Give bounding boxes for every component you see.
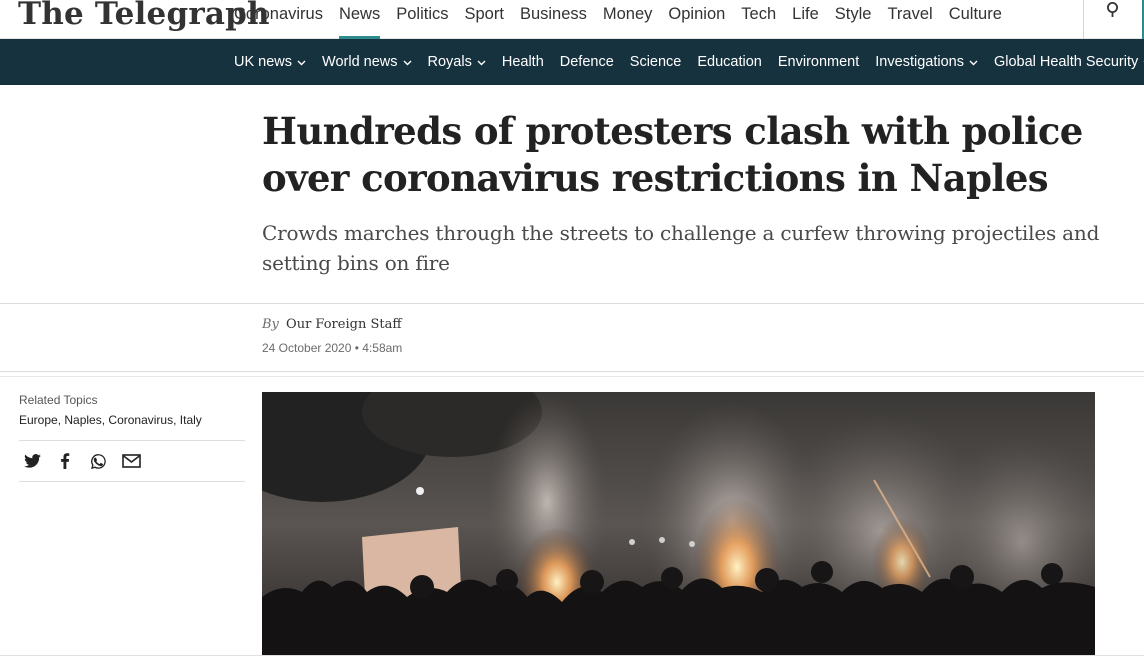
top-bar: The Telegraph Coronavirus News Politics Spo… xyxy=(0,0,1144,39)
twitter-icon[interactable] xyxy=(22,451,42,471)
subnav-item-label: UK news xyxy=(234,54,293,70)
topic-link-naples[interactable]: Naples xyxy=(64,413,101,427)
subnav-item-label: Defence xyxy=(559,54,614,70)
subnav-item-label: Global Health Security xyxy=(993,54,1139,70)
nav-item-culture[interactable]: Culture xyxy=(941,0,1010,39)
subnav-item-investigations[interactable]: Investigations xyxy=(867,54,986,70)
nav-item-business[interactable]: Business xyxy=(512,0,595,39)
subnav-item-global-health-security[interactable]: Global Health Security xyxy=(986,54,1144,70)
nav-item-politics[interactable]: Politics xyxy=(388,0,456,39)
subnav-item-defence[interactable]: Defence xyxy=(552,54,622,70)
secondary-nav: UK news World news Royals Health Defence Scie… xyxy=(0,39,1144,85)
hero-image-protest-naples xyxy=(262,392,1095,656)
subnav-item-royals[interactable]: Royals xyxy=(420,54,494,70)
related-topics-label: Related Topics xyxy=(19,393,98,407)
nav-item-style[interactable]: Style xyxy=(827,0,880,39)
divider xyxy=(0,303,1144,304)
divider xyxy=(0,371,1144,372)
topic-link-europe[interactable]: Europe xyxy=(19,413,58,427)
chevron-down-icon xyxy=(969,60,978,66)
article-standfirst: Crowds marches through the streets to ch… xyxy=(262,221,1100,275)
related-topics-list: Europe, Naples, Coronavirus, Italy xyxy=(19,413,202,427)
subnav-item-label: Health xyxy=(501,54,544,70)
nav-item-tech[interactable]: Tech xyxy=(733,0,784,39)
subnav-item-health[interactable]: Health xyxy=(494,54,552,70)
nav-item-coronavirus[interactable]: Coronavirus xyxy=(226,0,331,39)
nav-item-travel[interactable]: Travel xyxy=(879,0,940,39)
share-bar xyxy=(22,451,141,471)
search-icon xyxy=(1107,2,1118,17)
subnav-item-science[interactable]: Science xyxy=(622,54,690,70)
subnav-item-environment[interactable]: Environment xyxy=(770,54,867,70)
divider xyxy=(19,440,245,441)
subnav-item-label: World news xyxy=(322,54,398,70)
separator: , xyxy=(173,413,180,427)
chevron-down-icon xyxy=(477,60,486,66)
divider xyxy=(19,481,245,482)
byline: By Our Foreign Staff xyxy=(262,317,402,332)
nav-item-news[interactable]: News xyxy=(331,0,388,39)
chevron-down-icon xyxy=(403,60,412,66)
topic-link-coronavirus[interactable]: Coronavirus xyxy=(108,413,173,427)
search-button[interactable] xyxy=(1083,0,1144,39)
divider xyxy=(0,376,1144,377)
subnav-item-label: Royals xyxy=(427,54,472,70)
author-link[interactable]: Our Foreign Staff xyxy=(286,317,402,332)
whatsapp-icon[interactable] xyxy=(88,451,108,471)
primary-nav: Coronavirus News Politics Sport Business Mone… xyxy=(226,0,1010,39)
subnav-item-label: Education xyxy=(697,54,762,70)
subnav-item-label: Environment xyxy=(777,54,860,70)
nav-item-sport[interactable]: Sport xyxy=(457,0,512,39)
facebook-icon[interactable] xyxy=(55,451,75,471)
nav-item-opinion[interactable]: Opinion xyxy=(660,0,733,39)
subnav-item-world-news[interactable]: World news xyxy=(314,54,419,70)
article-headline: Hundreds of protesters clash with police… xyxy=(262,109,1083,200)
email-icon[interactable] xyxy=(121,451,141,471)
byline-prefix: By xyxy=(262,317,279,332)
subnav-item-education[interactable]: Education xyxy=(689,54,770,70)
subnav-item-label: Investigations xyxy=(875,54,964,70)
publish-date: 24 October 2020 • 4:58am xyxy=(262,341,403,355)
chevron-down-icon xyxy=(297,60,306,66)
topic-link-italy[interactable]: Italy xyxy=(180,413,202,427)
nav-item-life[interactable]: Life xyxy=(784,0,827,39)
subnav-item-label: Science xyxy=(629,54,682,70)
nav-item-money[interactable]: Money xyxy=(595,0,661,39)
subnav-item-uk-news[interactable]: UK news xyxy=(226,54,314,70)
